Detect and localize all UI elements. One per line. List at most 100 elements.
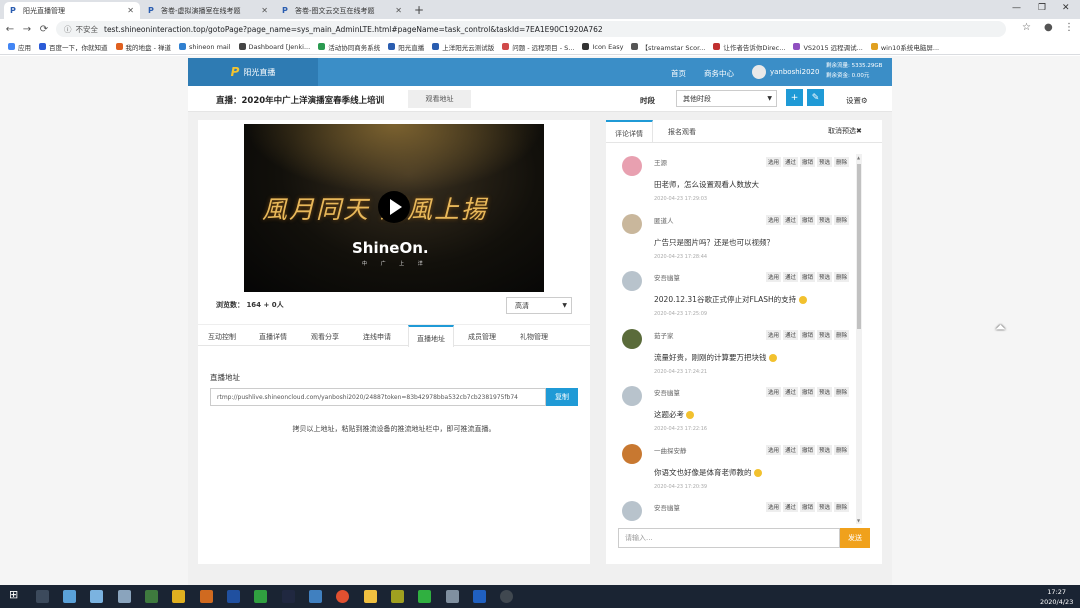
- app-icon[interactable]: [227, 590, 240, 603]
- comment-action-button[interactable]: 撤销: [800, 502, 816, 512]
- app-icon[interactable]: [500, 590, 513, 603]
- comment-action-button[interactable]: 通过: [783, 502, 799, 512]
- comment-action-button[interactable]: 选用: [766, 329, 782, 340]
- app-icon[interactable]: [473, 590, 486, 603]
- star-icon[interactable]: ☆: [1022, 22, 1031, 33]
- watch-address-tab[interactable]: 观看地址: [408, 90, 471, 108]
- bookmark-item[interactable]: win10系统电脑屏...: [870, 42, 939, 52]
- comment-action-button[interactable]: 删除: [834, 502, 850, 512]
- tab-comment-details[interactable]: 评论详情: [606, 120, 653, 142]
- comment-action-button[interactable]: 预选: [817, 329, 833, 340]
- comment-action-button[interactable]: 撤销: [800, 272, 816, 282]
- comment-action-button[interactable]: 删除: [834, 329, 850, 340]
- url-field[interactable]: ⓘ 不安全 test.shineoninteraction.top/gotoPa…: [56, 21, 1006, 37]
- app-icon[interactable]: [309, 590, 322, 603]
- browser-tab-3[interactable]: P 答卷-图文云交互在线考题 ✕: [276, 2, 408, 19]
- app-icon[interactable]: [145, 590, 158, 603]
- scroll-down-icon[interactable]: ▼: [857, 518, 860, 523]
- nav-business-center[interactable]: 商务中心: [704, 68, 734, 79]
- tab-interaction-control[interactable]: 互动控制: [208, 332, 236, 342]
- bookmark-item[interactable]: 我的地盘 - 禅道: [115, 42, 171, 52]
- window-close-icon[interactable]: ✕: [1062, 3, 1070, 13]
- copy-button[interactable]: 复制: [546, 388, 578, 406]
- maximize-icon[interactable]: ❐: [1038, 3, 1046, 13]
- chrome-icon[interactable]: [336, 590, 349, 603]
- tab-watch-share[interactable]: 观看分享: [311, 332, 339, 342]
- profile-icon[interactable]: ●: [1044, 22, 1053, 33]
- comment-action-button[interactable]: 撤销: [800, 214, 816, 225]
- scroll-up-icon[interactable]: ▲: [857, 155, 860, 160]
- comment-action-button[interactable]: 撤销: [800, 444, 816, 455]
- app-logo[interactable]: P 阳光直播: [188, 58, 318, 86]
- settings-button[interactable]: 设置⚙: [846, 95, 868, 106]
- task-view-icon[interactable]: [36, 590, 49, 603]
- comment-action-button[interactable]: 撤销: [800, 157, 816, 167]
- comment-action-button[interactable]: 选用: [766, 214, 782, 225]
- stream-address-input[interactable]: rtmp://pushlive.shineoncloud.com/yanbosh…: [210, 388, 546, 406]
- bookmark-item[interactable]: 应用: [8, 42, 31, 52]
- avatar[interactable]: [752, 65, 766, 79]
- app-icon[interactable]: [118, 590, 131, 603]
- tab-signup-watch[interactable]: 报名观看: [668, 127, 696, 137]
- bookmark-item[interactable]: Dashboard [Jenki...: [238, 43, 310, 51]
- bookmark-item[interactable]: 百度一下，你就知道: [39, 42, 108, 52]
- app-icon[interactable]: [90, 590, 103, 603]
- comment-action-button[interactable]: 预选: [817, 272, 833, 282]
- bookmark-item[interactable]: 活动协同商务系统: [318, 42, 380, 52]
- menu-icon[interactable]: ⋮: [1064, 22, 1074, 33]
- comment-action-button[interactable]: 预选: [817, 502, 833, 512]
- bookmark-item[interactable]: Icon Easy: [582, 43, 623, 51]
- browser-tab-2[interactable]: P 答卷-虚拟演播室在线考题 ✕: [142, 2, 274, 19]
- comment-action-button[interactable]: 删除: [834, 387, 850, 397]
- app-icon[interactable]: [282, 590, 295, 603]
- bookmark-item[interactable]: shineon mail: [178, 43, 231, 51]
- quality-select[interactable]: 高清 ▼: [506, 297, 572, 314]
- new-tab-icon[interactable]: +: [414, 3, 424, 17]
- tab-connect-requests[interactable]: 连线申请: [363, 332, 391, 342]
- app-icon[interactable]: [172, 590, 185, 603]
- comment-action-button[interactable]: 选用: [766, 387, 782, 397]
- close-icon[interactable]: ✕: [395, 6, 402, 15]
- comment-action-button[interactable]: 撤销: [800, 329, 816, 340]
- scrollbar-thumb[interactable]: [857, 164, 861, 329]
- bookmark-item[interactable]: VS2015 远程调试...: [793, 42, 863, 52]
- cancel-preselect-button[interactable]: 取消预选✖: [828, 126, 862, 136]
- info-icon[interactable]: ⓘ: [64, 24, 72, 35]
- reload-icon[interactable]: ⟳: [37, 24, 51, 35]
- comment-action-button[interactable]: 预选: [817, 444, 833, 455]
- wechat-icon[interactable]: [418, 590, 431, 603]
- app-icon[interactable]: [63, 590, 76, 603]
- send-button[interactable]: 发送: [840, 528, 870, 548]
- comment-action-button[interactable]: 通过: [783, 214, 799, 225]
- comment-action-button[interactable]: 选用: [766, 272, 782, 282]
- tab-live-details[interactable]: 直播详情: [259, 332, 287, 342]
- video-player[interactable]: 風月同天 迎風上揚 ShineOn. 中 广 上 洋: [244, 124, 544, 292]
- tab-gift-management[interactable]: 礼物管理: [520, 332, 548, 342]
- comment-action-button[interactable]: 撤销: [800, 387, 816, 397]
- browser-tab-1[interactable]: P 阳光直播管理 ✕: [4, 2, 140, 19]
- folder-icon[interactable]: [364, 590, 377, 603]
- chat-input[interactable]: 请输入...: [618, 528, 840, 548]
- close-icon[interactable]: ✕: [127, 6, 134, 15]
- app-icon[interactable]: [391, 590, 404, 603]
- system-clock[interactable]: 17:27 2020/4/23: [1040, 587, 1073, 607]
- add-button[interactable]: +: [786, 89, 803, 106]
- comment-action-button[interactable]: 选用: [766, 444, 782, 455]
- forward-icon[interactable]: →: [20, 24, 34, 35]
- comment-action-button[interactable]: 通过: [783, 157, 799, 167]
- edit-button[interactable]: ✎: [807, 89, 824, 106]
- tab-member-management[interactable]: 成员管理: [468, 332, 496, 342]
- back-icon[interactable]: ←: [3, 24, 17, 35]
- period-select[interactable]: 其他时段 ▼: [676, 90, 777, 107]
- bookmark-item[interactable]: 【streamstar Scor...: [631, 42, 705, 52]
- close-icon[interactable]: ✕: [261, 6, 268, 15]
- comment-action-button[interactable]: 预选: [817, 387, 833, 397]
- play-icon[interactable]: [378, 191, 410, 223]
- bookmark-item[interactable]: 让作者告诉你Direc...: [713, 42, 785, 52]
- comment-action-button[interactable]: 通过: [783, 444, 799, 455]
- comment-action-button[interactable]: 选用: [766, 157, 782, 167]
- bookmark-item[interactable]: 阳光直播: [388, 42, 424, 52]
- bookmark-item[interactable]: 上洋阳光云测试版: [432, 42, 494, 52]
- bookmark-item[interactable]: 问题 - 远程项目 - S...: [502, 42, 574, 52]
- comment-action-button[interactable]: 通过: [783, 329, 799, 340]
